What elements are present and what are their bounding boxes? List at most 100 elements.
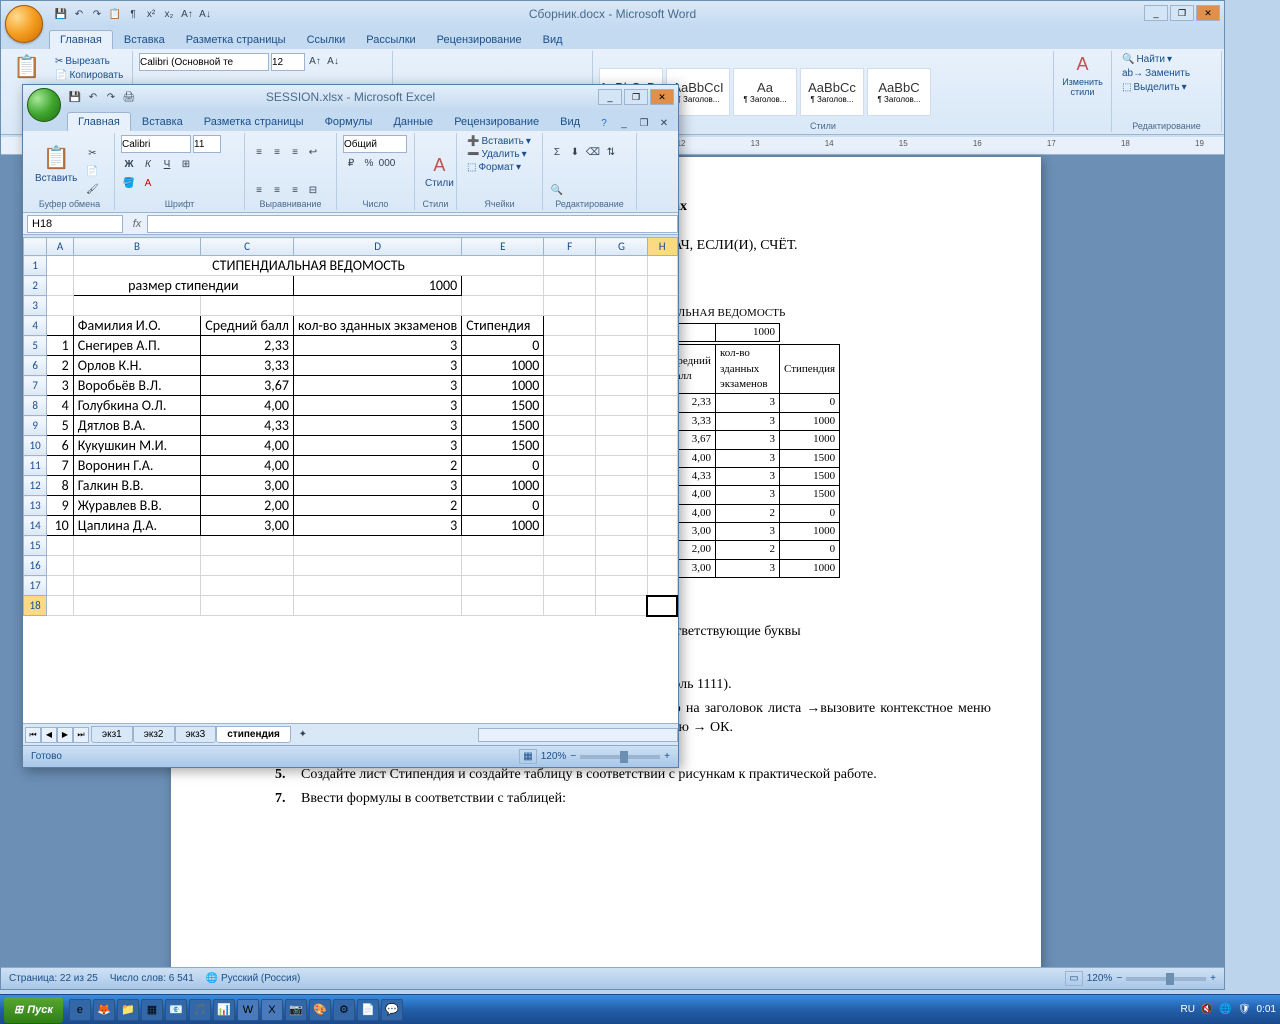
row-header[interactable]: 1 [24, 256, 47, 276]
cell[interactable] [596, 336, 648, 356]
ribbon-tab[interactable]: Формулы [315, 113, 383, 131]
ribbon-tab[interactable]: Главная [49, 30, 113, 49]
shrink-font-icon[interactable]: A↓ [325, 53, 341, 69]
row-header[interactable]: 10 [24, 436, 47, 456]
cell[interactable] [47, 596, 74, 616]
taskbar-folder-icon[interactable]: 📁 [117, 999, 139, 1021]
cell[interactable] [544, 536, 596, 556]
merge-icon[interactable]: ⊟ [305, 182, 321, 198]
undo-icon[interactable]: ↶ [85, 89, 101, 105]
tray-icon[interactable]: 🌐 [1219, 1004, 1231, 1015]
cell[interactable] [647, 536, 677, 556]
column-header[interactable]: G [596, 238, 648, 256]
cell[interactable] [647, 416, 677, 436]
cell[interactable] [544, 276, 596, 296]
cell[interactable]: Фамилия И.О. [73, 316, 201, 336]
cell[interactable] [73, 536, 201, 556]
maximize-button[interactable]: ❐ [624, 89, 648, 105]
cell[interactable] [544, 556, 596, 576]
cell[interactable] [647, 476, 677, 496]
column-header[interactable]: F [544, 238, 596, 256]
row-header[interactable]: 8 [24, 396, 47, 416]
cell[interactable] [596, 496, 648, 516]
cell[interactable]: 1000 [293, 276, 461, 296]
cell[interactable]: Стипендия [462, 316, 544, 336]
sheet-tab[interactable]: экз3 [175, 726, 217, 743]
row-header[interactable]: 12 [24, 476, 47, 496]
cell[interactable]: Воробьёв В.Л. [73, 376, 201, 396]
cell[interactable] [462, 596, 544, 616]
cell[interactable] [47, 276, 74, 296]
sort-icon[interactable]: ⇅ [603, 145, 619, 161]
copy-icon[interactable]: 📄 [84, 164, 100, 180]
ribbon-tab[interactable]: Главная [67, 112, 131, 131]
cell[interactable]: 0 [462, 336, 544, 356]
taskbar-excel-icon[interactable]: X [261, 999, 283, 1021]
save-icon[interactable]: 💾 [67, 89, 83, 105]
cell[interactable]: Дятлов В.А. [73, 416, 201, 436]
cell[interactable] [47, 556, 74, 576]
cell[interactable] [293, 296, 461, 316]
cell[interactable] [647, 516, 677, 536]
column-header[interactable]: C [201, 238, 294, 256]
cell[interactable]: 4,00 [201, 456, 294, 476]
tray-lang[interactable]: RU [1180, 1004, 1194, 1015]
cell[interactable] [596, 576, 648, 596]
cell[interactable]: 3 [293, 376, 461, 396]
cell[interactable]: Воронин Г.А. [73, 456, 201, 476]
cell[interactable]: 4 [47, 396, 74, 416]
cell[interactable] [596, 356, 648, 376]
spreadsheet-grid[interactable]: ABCDEFGH1СТИПЕНДИАЛЬНАЯ ВЕДОМОСТЬ2размер… [23, 237, 678, 723]
cell[interactable] [462, 296, 544, 316]
lang-status[interactable]: 🌐 Русский (Россия) [206, 973, 301, 984]
font-name-select[interactable] [139, 53, 269, 71]
row-header[interactable]: 6 [24, 356, 47, 376]
ribbon-tab[interactable]: Разметка страницы [194, 113, 314, 131]
cell[interactable] [47, 576, 74, 596]
tray-clock[interactable]: 0:01 [1257, 1004, 1276, 1015]
cell[interactable] [201, 596, 294, 616]
cell[interactable]: Цаплина Д.А. [73, 516, 201, 536]
office-button-excel[interactable] [27, 88, 61, 122]
cell[interactable]: 0 [462, 456, 544, 476]
qat-icon[interactable]: A↓ [197, 6, 213, 22]
cell[interactable] [544, 396, 596, 416]
cell[interactable] [544, 336, 596, 356]
column-header[interactable]: B [73, 238, 201, 256]
sheet-tab[interactable]: экз1 [91, 726, 133, 743]
page-status[interactable]: Страница: 22 из 25 [9, 973, 98, 984]
cell[interactable]: СТИПЕНДИАЛЬНАЯ ВЕДОМОСТЬ [73, 256, 544, 276]
row-header[interactable]: 4 [24, 316, 47, 336]
maximize-button[interactable]: ❐ [1170, 5, 1194, 21]
cell[interactable]: 7 [47, 456, 74, 476]
next-sheet-icon[interactable]: ▶ [57, 727, 73, 743]
select-all-cell[interactable] [24, 238, 47, 256]
minimize-button[interactable]: _ [598, 89, 622, 105]
cell[interactable]: 3,33 [201, 356, 294, 376]
cell[interactable] [201, 296, 294, 316]
cell[interactable] [544, 356, 596, 376]
cell[interactable] [73, 596, 201, 616]
row-header[interactable]: 9 [24, 416, 47, 436]
row-header[interactable]: 7 [24, 376, 47, 396]
row-header[interactable]: 15 [24, 536, 47, 556]
word-count[interactable]: Число слов: 6 541 [110, 973, 194, 984]
redo-icon[interactable]: ↷ [103, 89, 119, 105]
style-gallery-item[interactable]: AaBbC¶ Заголов... [867, 68, 931, 116]
cell[interactable]: 4,00 [201, 436, 294, 456]
cell[interactable]: 5 [47, 416, 74, 436]
start-button[interactable]: ⊞Пуск [4, 997, 63, 1023]
cell[interactable]: кол-во зданных экзаменов [293, 316, 461, 336]
cell[interactable] [544, 576, 596, 596]
close-workbook-icon[interactable]: ✕ [656, 115, 672, 131]
cell[interactable] [596, 316, 648, 336]
paste-button[interactable]: 📋Вставить [31, 144, 81, 200]
cell[interactable]: 1000 [462, 476, 544, 496]
underline-icon[interactable]: Ч [159, 156, 175, 172]
taskbar-app-icon[interactable]: 📧 [165, 999, 187, 1021]
font-size-select[interactable] [271, 53, 305, 71]
cell[interactable]: 8 [47, 476, 74, 496]
ribbon-tab[interactable]: Ссылки [297, 31, 356, 49]
office-button[interactable] [5, 5, 43, 43]
ribbon-tab[interactable]: Рассылки [356, 31, 425, 49]
